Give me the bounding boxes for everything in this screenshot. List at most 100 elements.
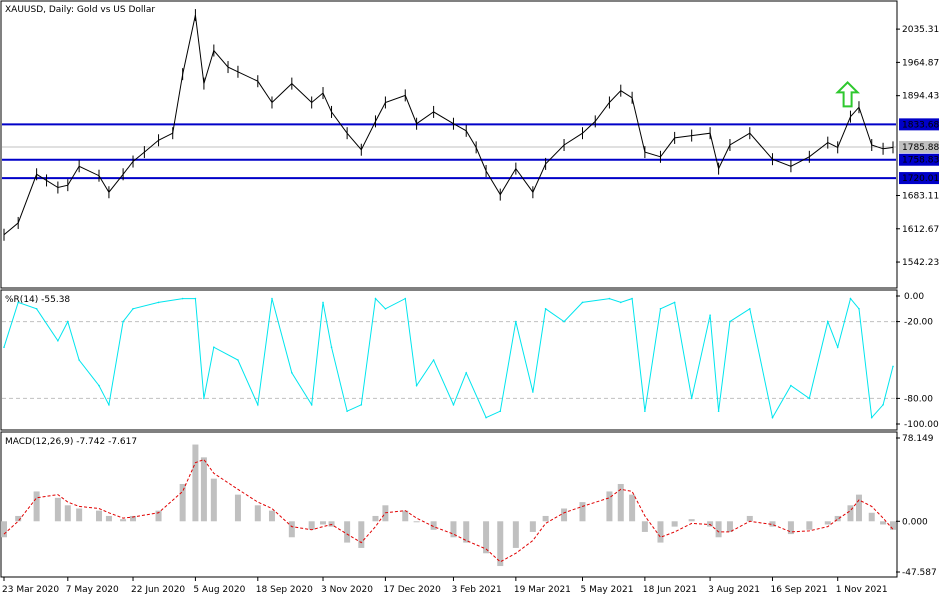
macd-histogram-bar xyxy=(413,521,420,523)
wr-point xyxy=(360,404,363,406)
x-tick-label: 18 Sep 2020 xyxy=(256,585,313,595)
wr-point xyxy=(452,404,455,406)
wr-point xyxy=(631,297,633,300)
wr-point xyxy=(346,410,348,413)
macd-histogram-bar xyxy=(95,510,102,522)
x-tick-label: 1 Nov 2021 xyxy=(836,585,888,595)
macd-histogram-bar xyxy=(254,505,261,522)
chart-svg: XAUUSD, Daily: Gold vs US Dollar %R(14) … xyxy=(0,0,939,595)
wr-point xyxy=(748,308,751,310)
wr-point xyxy=(291,372,293,374)
macd-histogram-bar xyxy=(542,515,549,522)
macd-histogram-bar xyxy=(54,497,61,522)
macd-histogram-bar xyxy=(268,510,275,522)
wr-point xyxy=(659,308,662,310)
price-panel-title: XAUUSD, Daily: Gold vs US Dollar xyxy=(5,5,155,15)
level-label: 1720.01 xyxy=(902,174,939,184)
macd-histogram-bar xyxy=(746,515,753,522)
macd-histogram-bar xyxy=(210,478,217,522)
wr-point xyxy=(826,320,829,323)
macd-histogram-bar xyxy=(855,494,862,522)
macd-histogram-bar xyxy=(1,521,7,538)
macd-histogram-bar xyxy=(105,515,112,522)
wr-point xyxy=(690,397,693,400)
macd-histogram-bar xyxy=(579,502,586,522)
x-tick-label: 19 Mar 2021 xyxy=(514,585,571,595)
wr-point xyxy=(836,346,839,349)
wr-point xyxy=(322,301,324,304)
wr-point xyxy=(515,320,517,323)
wr-point xyxy=(237,359,239,361)
price-tick-label: 1612.67 xyxy=(902,225,939,235)
macd-histogram-bar xyxy=(76,508,83,522)
wr-point xyxy=(213,346,215,349)
wr-point xyxy=(709,314,711,317)
wr-point xyxy=(35,308,38,310)
wr-point xyxy=(581,301,584,304)
current-price-label: 1785.88 xyxy=(902,143,939,153)
wr-point xyxy=(717,410,720,413)
price-tick-label: 1964.87 xyxy=(902,58,939,68)
x-tick-label: 23 Mar 2020 xyxy=(2,585,59,595)
wr-point xyxy=(203,397,205,400)
macd-histogram-bar xyxy=(688,519,695,522)
macd-panel-title: MACD(12,26,9) -7.742 -7.617 xyxy=(5,437,137,447)
wr-point xyxy=(644,410,646,413)
macd-histogram-bar xyxy=(192,444,199,522)
price-tick-label: 1683.11 xyxy=(902,191,939,201)
x-tick-label: 5 Aug 2020 xyxy=(193,585,245,595)
wr-point xyxy=(415,384,418,387)
wr-point xyxy=(67,320,69,323)
wr-point xyxy=(544,308,547,310)
wr-point xyxy=(499,410,502,413)
wr-point xyxy=(485,416,487,419)
macd-histogram-bar xyxy=(657,521,664,543)
level-label: 1758.83 xyxy=(902,156,939,166)
macd-histogram-bar xyxy=(372,515,379,522)
wr-point xyxy=(729,320,731,323)
wr-point xyxy=(271,297,273,300)
wr-point xyxy=(17,301,19,304)
macd-histogram-bar xyxy=(358,521,365,548)
macd-histogram-bar xyxy=(64,505,71,522)
price-tick-label: 2035.31 xyxy=(902,25,939,35)
price-panel-frame xyxy=(0,0,898,289)
x-tick-label: 17 Dec 2020 xyxy=(383,585,441,595)
wr-point xyxy=(892,365,894,368)
macd-histogram-bar xyxy=(402,510,409,522)
wr-point xyxy=(882,404,884,406)
macd-histogram-bar xyxy=(288,521,295,538)
macd-histogram-bar xyxy=(561,508,568,522)
wr-point xyxy=(132,308,134,310)
macd-tick-label: 78.149 xyxy=(902,434,934,444)
wr-point xyxy=(532,391,534,393)
wr-point xyxy=(465,372,468,374)
macd-histogram-bar xyxy=(641,521,648,532)
x-tick-label: 18 Jun 2021 xyxy=(643,585,697,595)
macd-panel-frame xyxy=(0,431,898,578)
wr-point xyxy=(858,308,860,310)
x-tick-label: 5 May 2021 xyxy=(580,585,633,595)
wr-point xyxy=(870,416,873,419)
price-tick-label: 1894.43 xyxy=(902,92,939,102)
wr-point xyxy=(122,320,124,323)
macd-histogram-bar xyxy=(715,521,722,538)
wr-point xyxy=(78,359,80,361)
x-tick-label: 22 Jun 2020 xyxy=(131,585,185,595)
wr-panel-frame xyxy=(0,289,898,431)
macd-histogram-bar xyxy=(320,521,327,525)
macd-tick-label: -47.587 xyxy=(902,568,937,578)
wr-tick-label: -20.00 xyxy=(904,318,933,328)
wr-point xyxy=(608,297,611,300)
wr-point xyxy=(194,297,197,300)
wr-tick-label: -80.00 xyxy=(904,394,933,404)
wr-point xyxy=(157,301,160,304)
macd-histogram-bar xyxy=(200,457,207,522)
wr-point xyxy=(310,404,313,406)
x-tick-label: 16 Sep 2021 xyxy=(770,585,827,595)
macd-histogram-bar xyxy=(806,521,813,530)
macd-histogram-bar xyxy=(179,483,186,522)
wr-point xyxy=(673,301,676,304)
wr-point xyxy=(256,404,259,406)
macd-histogram-bar xyxy=(529,521,536,532)
